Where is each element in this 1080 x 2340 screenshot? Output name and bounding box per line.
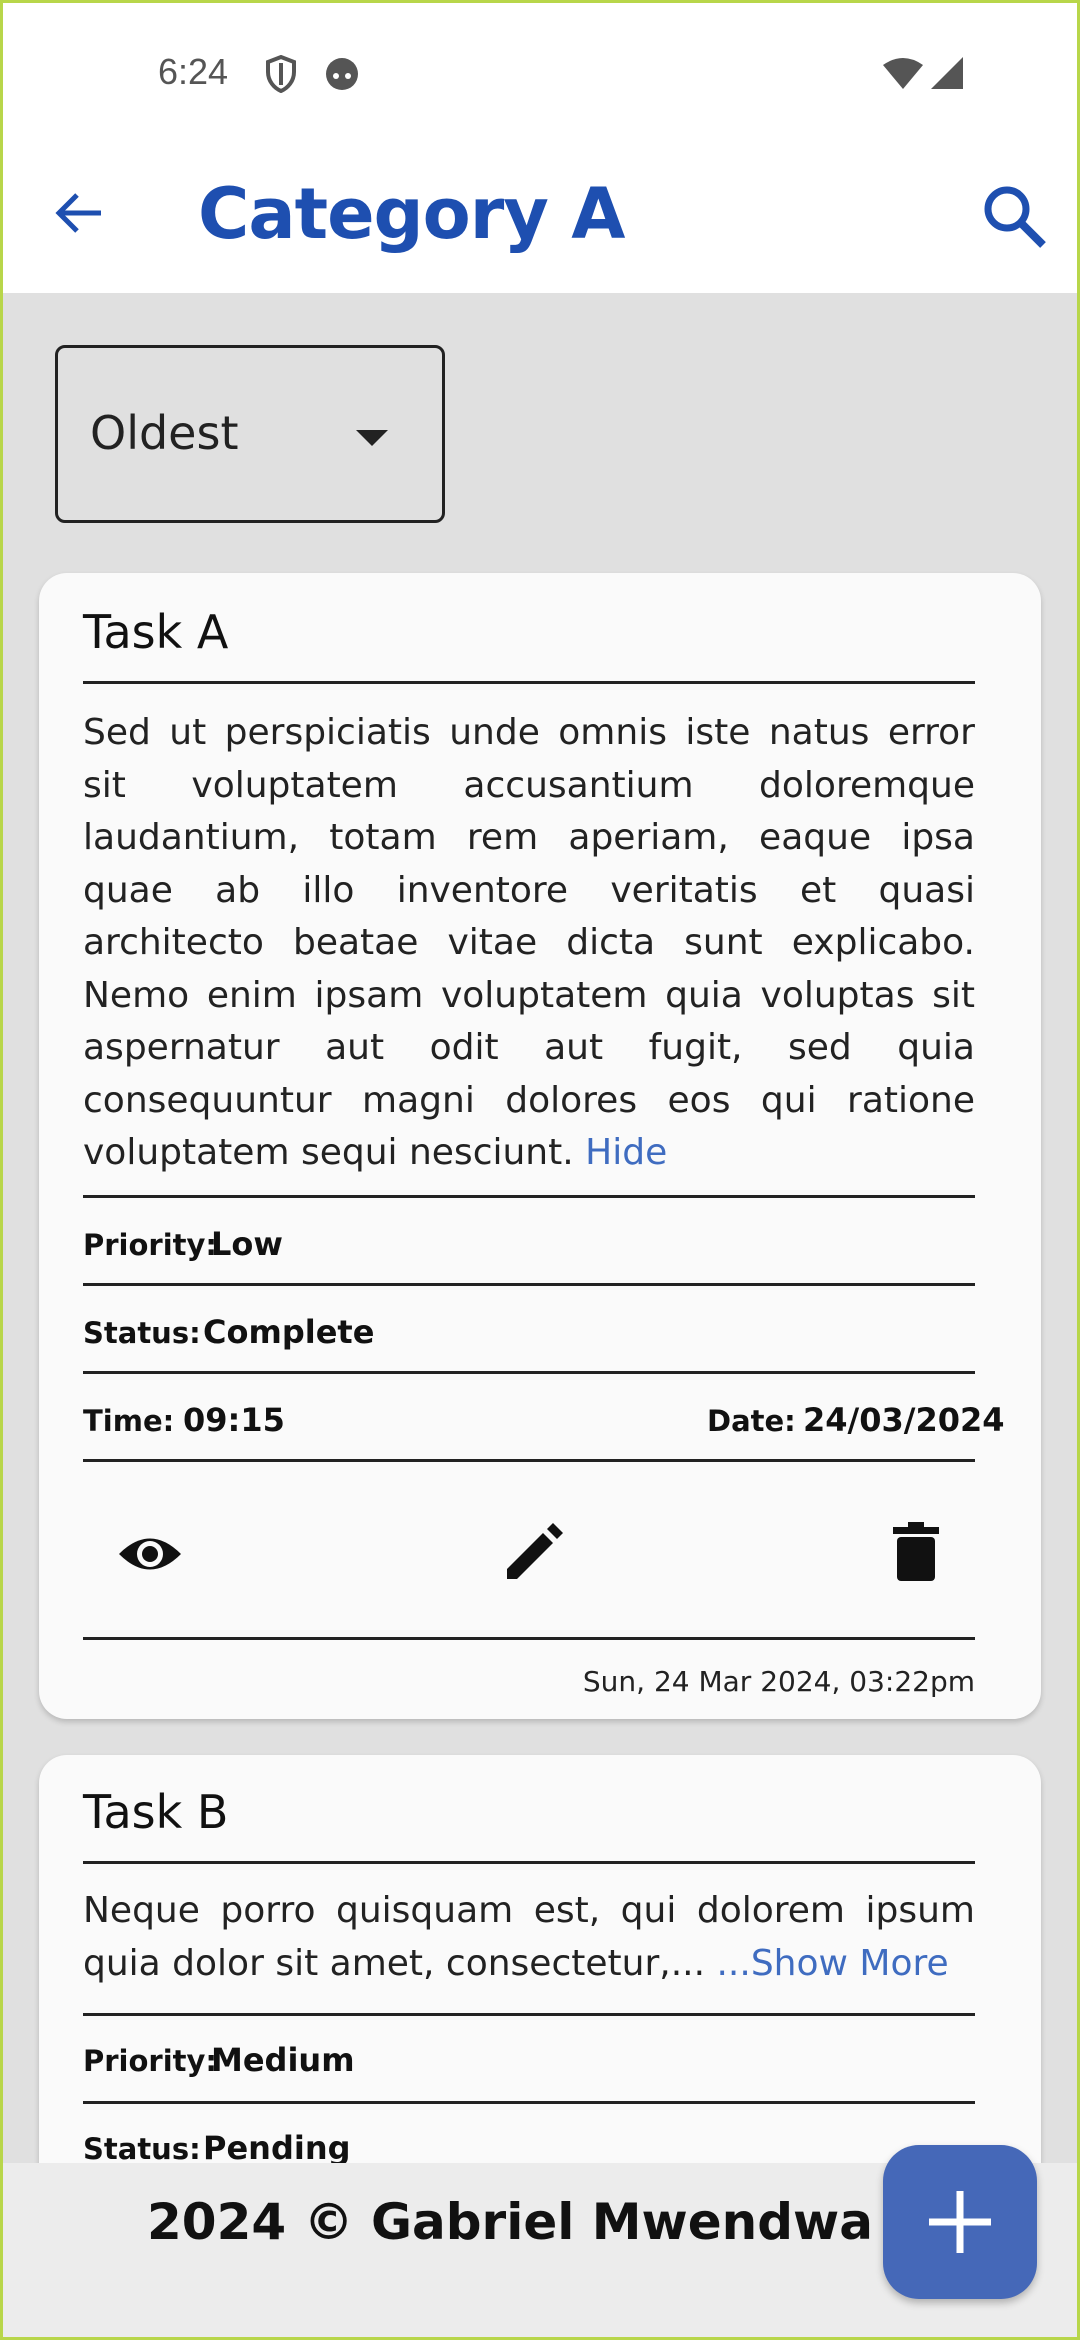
divider: [83, 2101, 975, 2104]
time-label: Time:: [83, 1404, 175, 1438]
task-description: Neque porro quisquam est, qui dolorem ip…: [83, 1890, 975, 1984]
shield-icon: [265, 54, 297, 98]
divider: [83, 681, 975, 684]
eye-icon[interactable]: [115, 1519, 185, 1589]
plus-icon: [929, 2191, 991, 2253]
priority-value: Low: [211, 1225, 283, 1263]
task-created-timestamp: Sun, 24 Mar 2024, 03:22pm: [582, 1665, 975, 1698]
arrow-back-icon[interactable]: [51, 185, 107, 241]
status-value: Pending: [203, 2129, 351, 2167]
status-time: 6:24: [158, 51, 229, 92]
priority-value: Medium: [211, 2041, 355, 2079]
task-description: Sed ut perspiciatis unde omnis iste natu…: [83, 712, 975, 1173]
trash-icon[interactable]: [881, 1517, 951, 1587]
hide-link[interactable]: Hide: [585, 1132, 667, 1173]
task-title: Task B: [83, 1785, 229, 1839]
sort-selected-value: Oldest: [90, 406, 239, 460]
status-label: Status:: [83, 1316, 201, 1350]
date-label: Date:: [707, 1404, 796, 1438]
add-task-button[interactable]: [883, 2145, 1037, 2299]
pencil-icon[interactable]: [499, 1517, 569, 1587]
divider: [83, 2013, 975, 2016]
divider: [83, 1861, 975, 1864]
app-bar: Category A: [3, 143, 1077, 293]
divider: [83, 1459, 975, 1462]
sort-dropdown[interactable]: Oldest: [55, 345, 445, 523]
time-value: 09:15: [183, 1401, 285, 1439]
task-title: Task A: [83, 605, 229, 659]
status-label: Status:: [83, 2132, 201, 2166]
search-icon[interactable]: [979, 181, 1049, 251]
divider: [83, 1371, 975, 1374]
divider: [83, 1283, 975, 1286]
date-value: 24/03/2024: [803, 1401, 1005, 1439]
status-bar: 6:24: [3, 3, 1077, 143]
divider: [83, 1195, 975, 1198]
app-frame: 6:24 Category A Oldest Task A Sed ut per…: [3, 3, 1077, 2337]
priority-label: Priority:: [83, 2044, 218, 2078]
status-value: Complete: [203, 1313, 375, 1351]
divider: [83, 1637, 975, 1640]
chevron-down-icon: [356, 430, 388, 446]
page-title: Category A: [198, 173, 625, 255]
show-more-link[interactable]: ...Show More: [716, 1943, 948, 1984]
signal-icon: [929, 55, 965, 96]
face-icon: [323, 55, 361, 98]
wifi-icon: [881, 57, 925, 96]
priority-label: Priority:: [83, 1228, 218, 1262]
task-card[interactable]: Task A Sed ut perspiciatis unde omnis is…: [39, 573, 1041, 1719]
